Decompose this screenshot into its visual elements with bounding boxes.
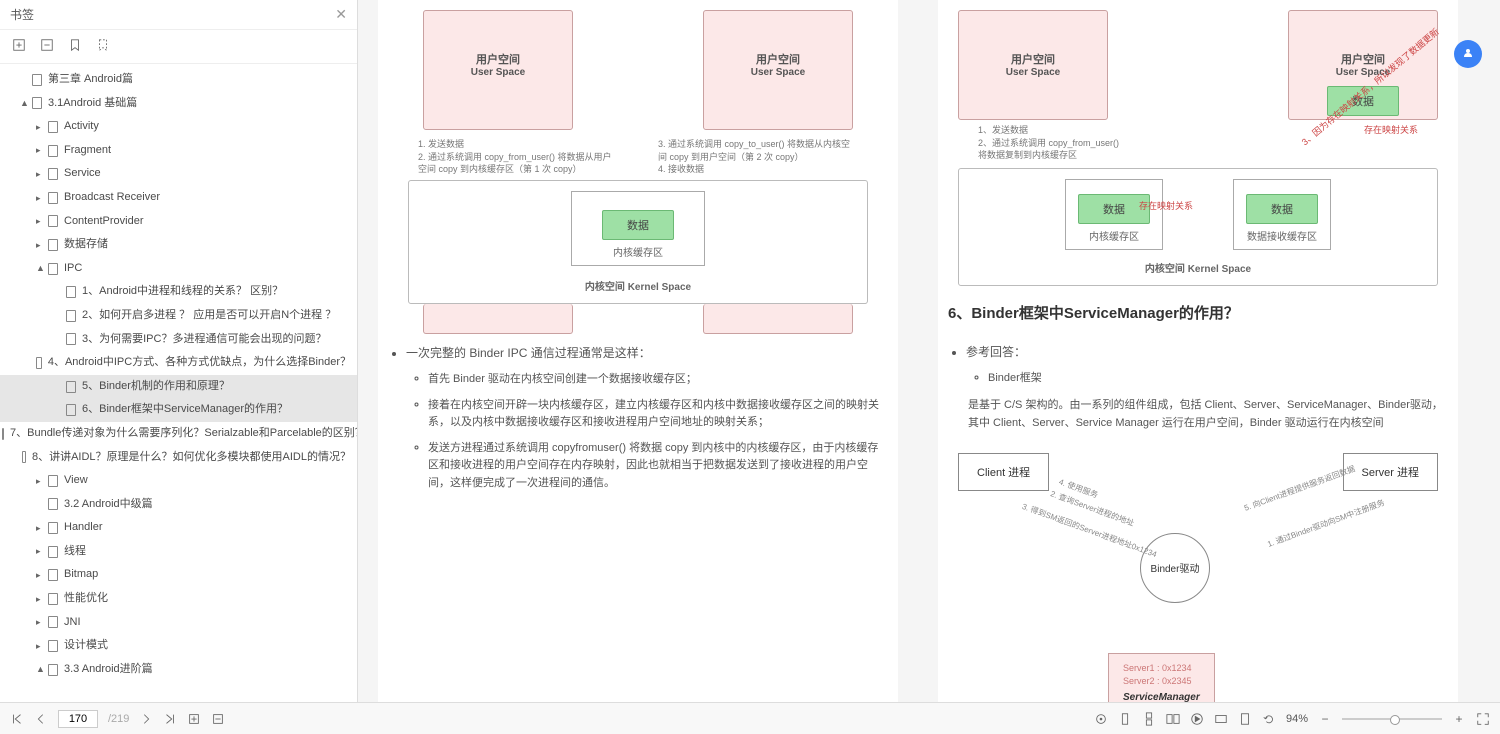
data-label: 数据 (1246, 194, 1318, 224)
bookmark-item[interactable]: ▸JNI (0, 611, 357, 635)
userspace-label: 用户空间 (1341, 51, 1385, 67)
userspace-sub: User Space (1006, 67, 1060, 78)
page-total: /219 (108, 713, 129, 725)
bookmark-item[interactable]: ▲3.3 Android进阶篇 (0, 658, 357, 682)
page-input[interactable] (58, 710, 98, 728)
zoom-out-icon[interactable]: − (1318, 712, 1332, 726)
diagram-note: 1、发送数据 2、通过系统调用 copy_from_user() 将数据复制到内… (978, 124, 1178, 162)
bookmark-item[interactable]: ▸Bitmap (0, 563, 357, 587)
bookmark-item[interactable]: ▸线程 (0, 540, 357, 564)
section-heading: 6、Binder框架中ServiceManager的作用？ (948, 302, 1448, 323)
bookmark-item[interactable]: ▲3.1Android 基础篇 (0, 92, 357, 116)
fullscreen-icon[interactable] (1476, 712, 1490, 726)
bookmark-item[interactable]: ▸Broadcast Receiver (0, 186, 357, 210)
sm-label: ServiceManager (1123, 691, 1200, 702)
userspace-label: 用户空间 (1011, 51, 1055, 67)
bookmark-item[interactable]: 3.2 Android中级篇 (0, 493, 357, 517)
zoom-out-page-icon[interactable] (211, 712, 225, 726)
client-box: Client 进程 (958, 453, 1049, 491)
first-page-icon[interactable] (10, 712, 24, 726)
bookmark-tree: 第三章 Android篇▲3.1Android 基础篇▸Activity▸Fra… (0, 64, 357, 702)
assistant-float-icon[interactable] (1454, 40, 1482, 68)
bookmark-item[interactable]: 7、Bundle传递对象为什么需要序列化？Serialzable和Parcela… (0, 422, 357, 446)
document-viewport[interactable]: 用户空间 User Space 用户空间 User Space 1. 发送数据 … (358, 0, 1500, 702)
service-manager-box: Server1 : 0x1234 Server2 : 0x2345 Servic… (1108, 653, 1215, 702)
fit-width-icon[interactable] (1214, 712, 1228, 726)
continuous-icon[interactable] (1142, 712, 1156, 726)
close-icon[interactable]: ✕ (335, 6, 347, 23)
ipc-step: 接着在内核空间开辟一块内核缓存区，建立内核缓存区和内核中数据接收缓存区之间的映射… (428, 397, 888, 432)
kernel-box: 数据 内核缓存区 内核空间 Kernel Space (408, 180, 868, 304)
sm-entry: Server1 : 0x1234 (1123, 662, 1200, 675)
page-right: 用户空间 User Space 用户空间 User Space 数据 3、因为存… (938, 0, 1458, 702)
kernel-buffer-label: 内核缓存区 (1078, 228, 1150, 243)
toolbar-footer: /219 94% − + (0, 702, 1500, 734)
userspace-label: 用户空间 (476, 51, 520, 67)
framework-desc: 是基于 C/S 架构的。由一系列的组件组成，包括 Client、Server、S… (948, 396, 1448, 433)
userspace-label: 用户空间 (756, 51, 800, 67)
arrow-label: 5. 向Client进程提供服务返回数据 (1242, 463, 1356, 513)
rotate-icon[interactable] (1262, 712, 1276, 726)
bookmark-item[interactable]: 8、讲讲AIDL？原理是什么？如何优化多模块都使用AIDL的情况？ (0, 446, 357, 470)
diagram-note-right: 3. 通过系统调用 copy_to_user() 将数据从内核空间 copy 到… (658, 138, 858, 176)
binder-driver-circle: Binder驱动 (1140, 533, 1210, 603)
bookmark-item[interactable]: 4、Android中IPC方式、各种方式优缺点，为什么选择Binder？ (0, 351, 357, 375)
ipc-step: 首先 Binder 驱动在内核空间创建一个数据接收缓存区； (428, 371, 888, 389)
binder-framework-label: Binder框架 (988, 370, 1448, 388)
bookmark-icon[interactable] (68, 38, 82, 55)
bookmark-item[interactable]: ▸性能优化 (0, 587, 357, 611)
zoom-in-page-icon[interactable] (187, 712, 201, 726)
zoom-slider[interactable] (1342, 718, 1442, 720)
expand-all-icon[interactable] (12, 38, 26, 55)
kernel-buffer-label: 内核缓存区 (602, 244, 674, 259)
mapping-annotation: 存在映射关系 (1139, 199, 1193, 212)
collapse-all-icon[interactable] (40, 38, 54, 55)
bookmark-item[interactable]: 1、Android中进程和线程的关系？ 区别？ (0, 280, 357, 304)
binder-framework-diagram: Client 进程 Server 进程 Binder驱动 Server1 : 0… (948, 443, 1448, 702)
recv-buffer-label: 数据接收缓存区 (1246, 228, 1318, 243)
bookmarks-sidebar: 书签 ✕ 第三章 Android篇▲3.1Android 基础篇▸Activit… (0, 0, 358, 702)
sidebar-title: 书签 (10, 6, 34, 23)
bookmark-item[interactable]: ▸Service (0, 162, 357, 186)
diagram-note-left: 1. 发送数据 2. 通过系统调用 copy_from_user() 将数据从用… (418, 138, 618, 176)
bookmark-item[interactable]: ▸View (0, 469, 357, 493)
fit-page-icon[interactable] (1238, 712, 1252, 726)
server-box: Server 进程 (1343, 453, 1438, 491)
bookmark-item[interactable]: 2、如何开启多进程 ？ 应用是否可以开启N个进程 ？ (0, 304, 357, 328)
kernel-space-label: 内核空间 Kernel Space (419, 278, 857, 293)
ipc-step: 发送方进程通过系统调用 copyfromuser() 将数据 copy 到内核中… (428, 440, 888, 493)
zoom-value: 94% (1286, 713, 1308, 725)
bookmark-item[interactable]: 第三章 Android篇 (0, 68, 357, 92)
kernel-space-label: 内核空间 Kernel Space (979, 260, 1417, 275)
userspace-sub: User Space (471, 67, 525, 78)
bookmark-item[interactable]: 5、Binder机制的作用和原理？ (0, 375, 357, 399)
play-icon[interactable] (1190, 712, 1204, 726)
bookmark-item[interactable]: 3、为何需要IPC？多进程通信可能会出现的问题？ (0, 328, 357, 352)
single-page-icon[interactable] (1118, 712, 1132, 726)
prev-page-icon[interactable] (34, 712, 48, 726)
zoom-in-icon[interactable]: + (1452, 712, 1466, 726)
sm-entry: Server2 : 0x2345 (1123, 675, 1200, 688)
bookmark-item[interactable]: ▸设计模式 (0, 634, 357, 658)
bookmark-item[interactable]: ▸ContentProvider (0, 210, 357, 234)
page-left: 用户空间 User Space 用户空间 User Space 1. 发送数据 … (378, 0, 898, 702)
bookmark-alt-icon[interactable] (96, 38, 110, 55)
ref-answer: 参考回答： (966, 343, 1448, 362)
bookmark-item[interactable]: 6、Binder框架中ServiceManager的作用？ (0, 398, 357, 422)
data-label: 数据 (602, 210, 674, 240)
next-page-icon[interactable] (139, 712, 153, 726)
ipc-intro: 一次完整的 Binder IPC 通信过程通常是这样： (406, 344, 888, 363)
view-mode-icon[interactable] (1094, 712, 1108, 726)
userspace-sub: User Space (751, 67, 805, 78)
bookmark-item[interactable]: ▸Handler (0, 516, 357, 540)
kernel-box: 数据 内核缓存区 数据 数据接收缓存区 存在映射关系 内核空间 Kernel S… (958, 168, 1438, 286)
last-page-icon[interactable] (163, 712, 177, 726)
arrow-label: 1. 通过Binder驱动向SM中注册服务 (1266, 497, 1386, 550)
bookmark-item[interactable]: ▸Activity (0, 115, 357, 139)
bookmark-item[interactable]: ▸Fragment (0, 139, 357, 163)
two-page-icon[interactable] (1166, 712, 1180, 726)
bookmark-item[interactable]: ▸数据存储 (0, 233, 357, 257)
bookmark-item[interactable]: ▲IPC (0, 257, 357, 281)
